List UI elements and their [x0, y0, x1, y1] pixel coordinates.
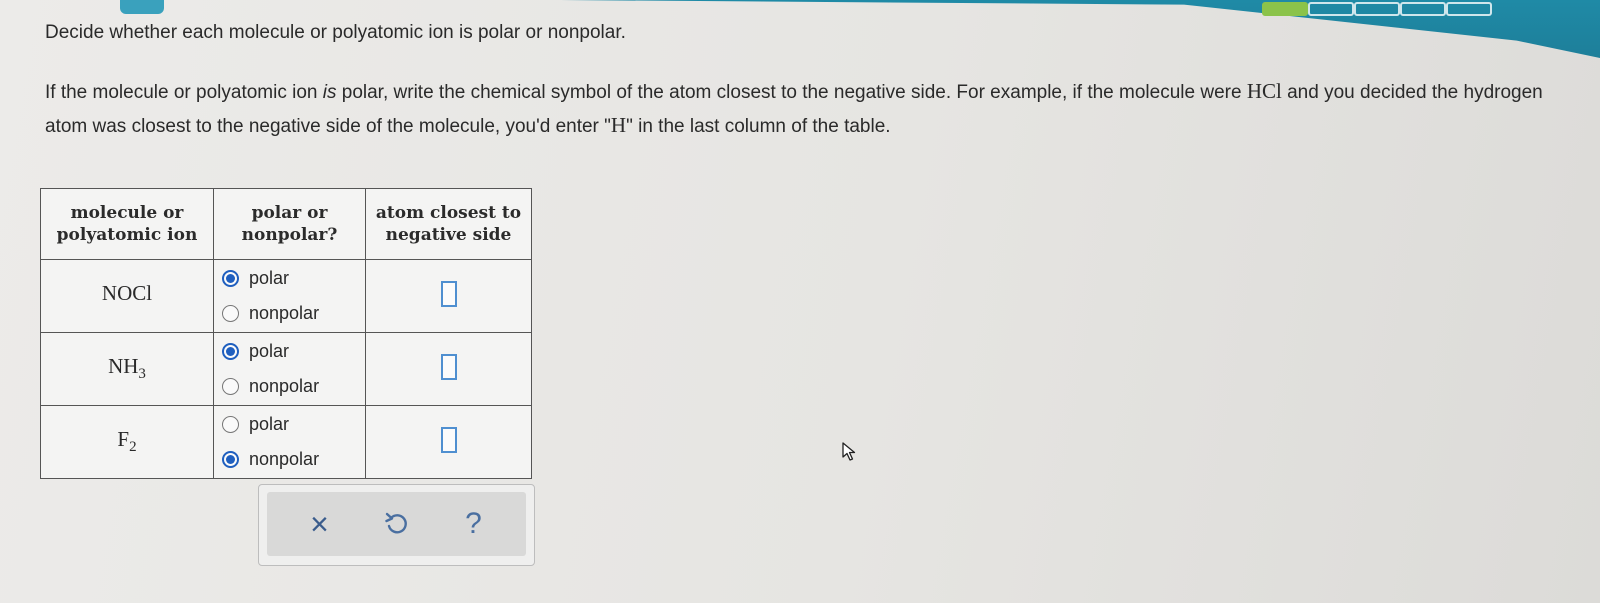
- header-polarity: polar or nonpolar?: [213, 188, 366, 260]
- atom-answer-cell: [365, 405, 532, 479]
- help-icon: ?: [465, 507, 482, 540]
- example-symbol: H: [610, 113, 627, 137]
- nonpolar-radio[interactable]: [222, 451, 239, 468]
- help-button[interactable]: ?: [454, 504, 494, 544]
- atom-answer-cell: [365, 332, 532, 406]
- polarity-choice: polar nonpolar: [213, 332, 366, 406]
- answer-table: molecule or polyatomic ion polar or nonp…: [40, 188, 532, 479]
- undo-button[interactable]: [377, 504, 417, 544]
- action-panel: × ?: [258, 484, 535, 566]
- progress-segment: [1262, 2, 1308, 16]
- x-icon: ×: [310, 505, 329, 542]
- progress-segment: [1354, 2, 1400, 16]
- progress-indicator: [1262, 2, 1492, 16]
- table-row: NH3 polar nonpolar: [40, 332, 532, 406]
- molecule-formula: NH3: [40, 332, 214, 406]
- polar-option[interactable]: polar: [222, 261, 364, 296]
- progress-segment: [1400, 2, 1446, 16]
- polar-radio[interactable]: [222, 416, 239, 433]
- table-row: NOCl polar nonpolar: [40, 259, 532, 333]
- progress-segment: [1308, 2, 1354, 16]
- nonpolar-option[interactable]: nonpolar: [222, 296, 364, 331]
- action-bar: × ?: [267, 492, 526, 556]
- header-atom: atom closest to negative side: [365, 188, 532, 260]
- nonpolar-option[interactable]: nonpolar: [222, 369, 364, 404]
- example-formula: HCl: [1246, 79, 1282, 103]
- clear-button[interactable]: ×: [300, 504, 340, 544]
- atom-input[interactable]: [440, 280, 457, 307]
- polarity-choice: polar nonpolar: [213, 259, 366, 333]
- atom-input[interactable]: [440, 353, 457, 380]
- molecule-formula: NOCl: [40, 259, 214, 333]
- nonpolar-option[interactable]: nonpolar: [222, 442, 364, 477]
- polarity-choice: polar nonpolar: [213, 405, 366, 479]
- nonpolar-radio[interactable]: [222, 378, 239, 395]
- menu-tab[interactable]: [120, 0, 164, 14]
- table-row: F2 polar nonpolar: [40, 405, 532, 479]
- nonpolar-radio[interactable]: [222, 305, 239, 322]
- question-instruction: Decide whether each molecule or polyatom…: [45, 22, 626, 43]
- atom-answer-cell: [365, 259, 532, 333]
- atom-input[interactable]: [440, 426, 457, 453]
- polar-option[interactable]: polar: [222, 407, 364, 442]
- header-molecule: molecule or polyatomic ion: [40, 188, 214, 260]
- polar-radio[interactable]: [222, 343, 239, 360]
- polar-option[interactable]: polar: [222, 334, 364, 369]
- undo-icon: [384, 512, 407, 534]
- progress-segment: [1446, 2, 1492, 16]
- polar-radio[interactable]: [222, 270, 239, 287]
- cursor-icon: [842, 442, 856, 461]
- question-detail: If the molecule or polyatomic ion is pol…: [45, 79, 1543, 137]
- molecule-formula: F2: [40, 405, 214, 479]
